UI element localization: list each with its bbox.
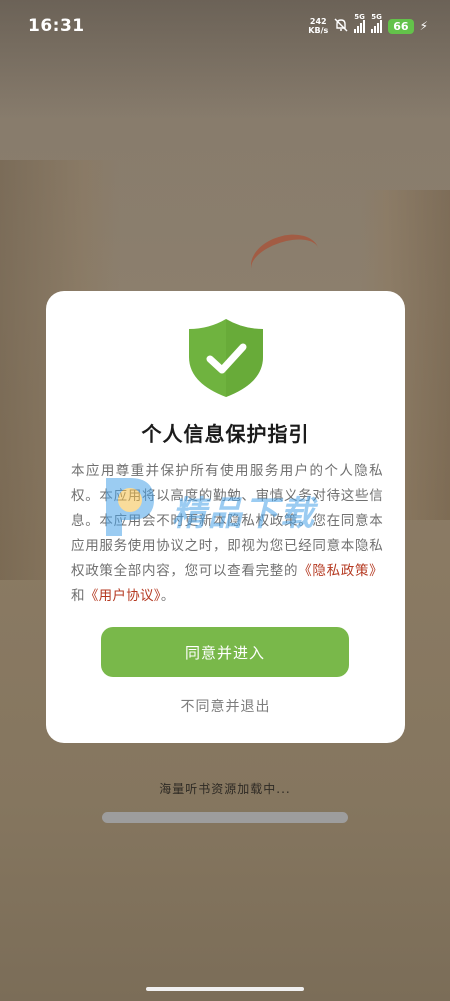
loading-text: 海量听书资源加载中... bbox=[159, 782, 291, 796]
loading-progress-bar bbox=[102, 812, 348, 823]
signal-icon-secondary: 5G bbox=[371, 13, 383, 33]
privacy-dialog: 个人信息保护指引 本应用尊重并保护所有使用服务用户的个人隐私权。本应用将以高度的… bbox=[46, 291, 405, 743]
status-time: 16:31 bbox=[28, 16, 85, 36]
status-icons: 242 KB/s 5G 5G 66 ⚡ bbox=[308, 13, 428, 36]
dialog-body: 本应用尊重并保护所有使用服务用户的个人隐私权。本应用将以高度的勤勉、审慎义务对待… bbox=[71, 459, 383, 609]
home-indicator[interactable] bbox=[146, 987, 304, 991]
disagree-button[interactable]: 不同意并退出 bbox=[46, 696, 405, 716]
body-text: 本应用尊重并保护所有使用服务用户的个人隐私权。本应用将以高度的勤勉、审慎义务对待… bbox=[71, 463, 383, 579]
battery-icon: 66 bbox=[388, 18, 414, 34]
charging-bolt-icon: ⚡ bbox=[419, 19, 428, 33]
user-agreement-link[interactable]: 《用户协议》 bbox=[85, 588, 161, 604]
network-speed: 242 KB/s bbox=[308, 17, 328, 35]
privacy-policy-link[interactable]: 《隐私政策》 bbox=[298, 563, 383, 579]
dialog-title: 个人信息保护指引 bbox=[141, 422, 310, 446]
mute-bell-icon bbox=[334, 17, 348, 36]
background-brush-stroke bbox=[244, 226, 326, 292]
body-conjunction: 和 bbox=[71, 588, 85, 604]
network-speed-unit: KB/s bbox=[308, 26, 329, 35]
network-speed-value: 242 bbox=[309, 17, 327, 26]
shield-check-icon bbox=[187, 317, 265, 399]
agree-button[interactable]: 同意并进入 bbox=[101, 627, 349, 677]
status-bar: 16:31 242 KB/s 5G 5G 66 ⚡ bbox=[0, 0, 450, 52]
body-ending: 。 bbox=[160, 588, 175, 604]
signal-icon: 5G bbox=[354, 13, 366, 33]
